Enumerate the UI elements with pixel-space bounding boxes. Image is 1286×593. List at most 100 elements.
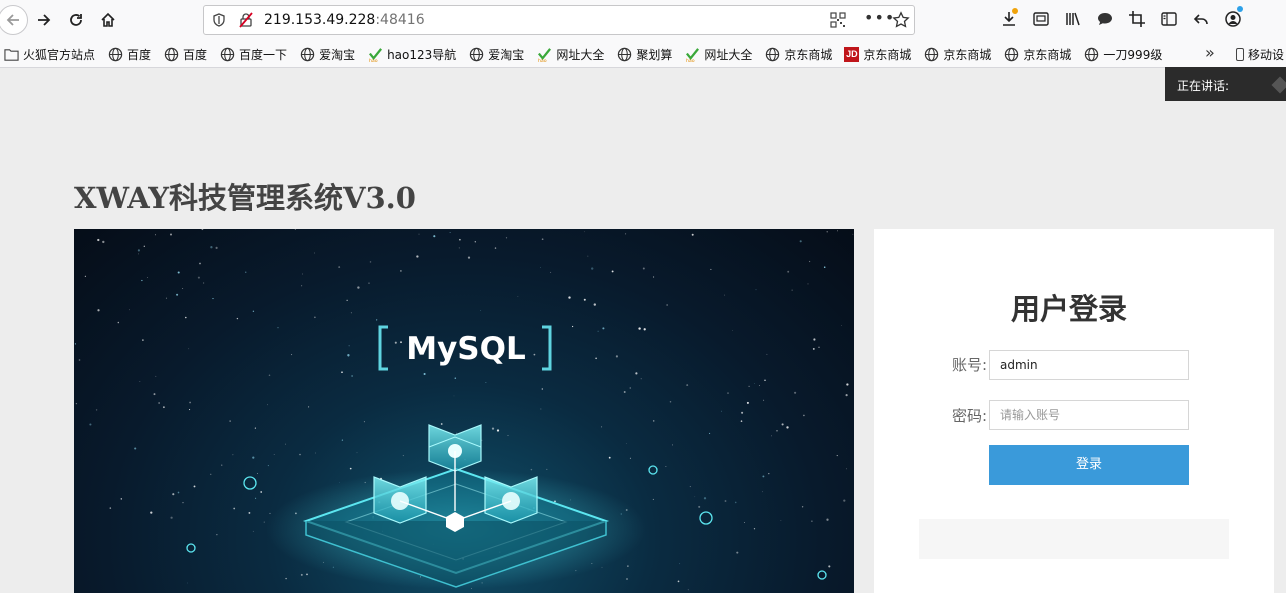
home-button[interactable]	[94, 6, 122, 34]
star	[481, 439, 483, 441]
star	[233, 507, 236, 510]
downloads-button[interactable]	[998, 8, 1019, 30]
url-text[interactable]: 219.153.49.228:48416	[264, 12, 425, 28]
star	[182, 288, 184, 289]
pocket-button[interactable]	[1030, 8, 1051, 30]
mobile-bookmarks-folder[interactable]: 移动设	[1236, 46, 1284, 63]
back-button[interactable]	[0, 5, 28, 35]
star	[666, 304, 668, 306]
star	[254, 427, 256, 429]
insecure-lock-icon[interactable]	[238, 12, 254, 28]
star	[158, 402, 160, 404]
star	[583, 298, 586, 301]
star	[153, 393, 156, 396]
bookmark-item[interactable]: 京东商城	[1003, 46, 1071, 62]
bookmark-star-icon[interactable]	[892, 11, 910, 29]
star	[341, 439, 344, 441]
star	[433, 235, 436, 238]
bookmark-item[interactable]: 百度	[163, 46, 207, 62]
star	[155, 234, 156, 236]
star	[764, 379, 766, 382]
bookmark-item[interactable]: 一刀999级	[1083, 46, 1162, 62]
bookmark-item[interactable]: hao 网址大全	[536, 46, 605, 62]
star	[724, 500, 727, 502]
speaking-handle[interactable]	[1271, 76, 1286, 94]
login-button[interactable]: 登录	[989, 445, 1189, 485]
bookmark-label: 一刀999级	[1103, 47, 1163, 62]
star	[346, 299, 348, 301]
bookmark-item[interactable]: 爱淘宝	[299, 46, 355, 62]
star	[368, 282, 370, 284]
star	[703, 497, 707, 500]
star	[807, 283, 809, 285]
star	[376, 319, 378, 321]
star	[176, 293, 179, 296]
star	[721, 410, 722, 412]
star	[540, 408, 542, 410]
bookmark-item[interactable]: 京东商城	[923, 46, 991, 62]
star	[177, 271, 180, 274]
bookmark-item[interactable]: 百度一下	[219, 46, 287, 62]
svg-text:hao: hao	[686, 58, 695, 62]
star	[602, 327, 605, 330]
star	[541, 238, 544, 241]
star	[689, 486, 691, 488]
library-button[interactable]	[1062, 8, 1083, 30]
sidebar-button[interactable]	[1158, 8, 1179, 30]
star	[672, 444, 674, 446]
star	[263, 521, 265, 523]
account-button[interactable]	[1222, 6, 1243, 30]
star	[653, 276, 655, 278]
home-icon	[101, 12, 115, 27]
star	[754, 383, 755, 384]
star	[611, 270, 614, 273]
star	[629, 387, 631, 389]
bookmark-item[interactable]: 聚划算	[616, 46, 672, 62]
star	[348, 345, 350, 347]
bookmark-item[interactable]: JD 京东商城	[844, 46, 911, 62]
bookmark-label: 百度	[127, 47, 152, 62]
star	[177, 491, 180, 494]
tracking-shield-icon[interactable]	[212, 13, 226, 27]
reload-button[interactable]	[62, 6, 90, 34]
star	[709, 432, 711, 434]
bookmark-item[interactable]: hao 网址大全	[684, 46, 753, 62]
star	[625, 442, 627, 444]
star	[347, 354, 350, 357]
bookmark-item[interactable]: 火狐官方站点	[3, 46, 95, 62]
bookmark-item[interactable]: 百度	[107, 46, 151, 62]
star	[458, 247, 460, 249]
account-label: 账号:	[952, 356, 988, 374]
globe-icon	[1003, 46, 1019, 62]
account-badge	[1237, 6, 1243, 12]
star	[541, 388, 543, 390]
star	[679, 563, 681, 565]
page-actions-menu[interactable]: •••	[864, 8, 895, 27]
bookmark-label: 京东商城	[784, 47, 833, 62]
bookmarks-toolbar: 火狐官方站点 百度 百度 百度一下 爱淘宝 hao hao123导航 爱淘宝 hao 网址大全 聚划…	[0, 40, 1286, 68]
chat-button[interactable]	[1094, 8, 1115, 30]
address-bar[interactable]: 219.153.49.228:48416 •••	[203, 5, 915, 35]
star	[351, 375, 353, 377]
star	[811, 520, 813, 522]
star	[267, 404, 268, 406]
screenshot-button[interactable]	[1126, 8, 1147, 30]
qr-code-icon[interactable]	[830, 12, 846, 28]
bookmark-item[interactable]: 京东商城	[764, 46, 832, 62]
account-input[interactable]	[989, 350, 1189, 380]
url-host: 219.153.49.228	[264, 12, 376, 28]
globe-icon	[107, 46, 123, 62]
star	[301, 285, 303, 287]
forward-button[interactable]	[30, 6, 58, 34]
bookmark-item[interactable]: hao hao123导航	[367, 46, 457, 62]
bookmark-item[interactable]: 爱淘宝	[468, 46, 524, 62]
star	[623, 391, 626, 393]
password-input[interactable]	[989, 400, 1189, 430]
star	[530, 468, 533, 471]
star	[533, 353, 536, 356]
download-badge	[1012, 8, 1018, 14]
hao-icon: hao	[684, 46, 700, 62]
bookmarks-overflow-button[interactable]: »	[1205, 43, 1215, 62]
undo-button[interactable]	[1190, 8, 1211, 30]
star	[734, 501, 737, 504]
